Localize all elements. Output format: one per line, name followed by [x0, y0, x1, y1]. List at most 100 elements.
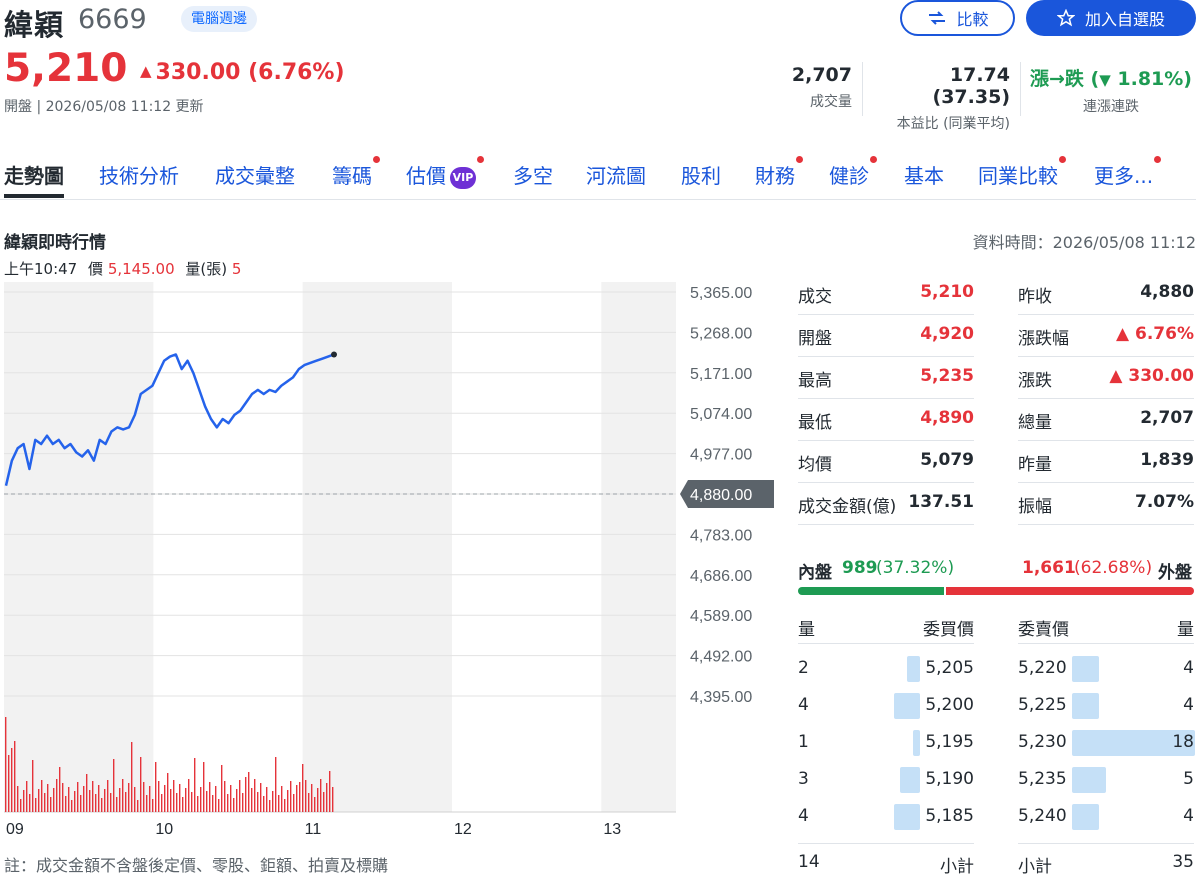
- inner-pct: (37.32%): [876, 558, 955, 578]
- intraday-chart[interactable]: 5,365.00 5,268.00 5,171.00 5,074.00 4,977.00…: [0, 280, 780, 840]
- tab-label: 估價: [406, 164, 446, 188]
- volume-bar: [257, 792, 259, 812]
- notification-dot: [373, 156, 380, 163]
- volume-bar: [299, 782, 301, 812]
- tab-label: 多空: [513, 164, 553, 188]
- volume-bar: [317, 788, 319, 812]
- volume-bar: [113, 759, 115, 812]
- volume-bar: [296, 785, 298, 812]
- tab-5[interactable]: 多空: [513, 160, 553, 189]
- volume-bar: [62, 783, 64, 812]
- tab-label: 財務: [755, 164, 795, 188]
- tab-label: 技術分析: [99, 164, 179, 188]
- tab-label: 走勢圖: [4, 164, 64, 188]
- ask-price: 5,230: [1018, 732, 1067, 752]
- tab-9[interactable]: 健診: [829, 156, 877, 189]
- volume-bar: [188, 779, 190, 812]
- last-point-marker: [331, 351, 337, 358]
- x-tick-label: 09: [6, 821, 24, 838]
- x-tick-label: 11: [305, 821, 322, 838]
- x-tick-label: 13: [603, 821, 621, 838]
- y-tick-label: 4,783.00: [690, 527, 752, 544]
- quote-label: 漲跌: [1018, 371, 1052, 391]
- volume-bar: [305, 780, 307, 812]
- tab-12[interactable]: 更多...: [1094, 156, 1162, 189]
- volume-bar: [143, 782, 145, 812]
- volume-bar: [200, 787, 202, 812]
- ask-price: 5,225: [1018, 695, 1067, 715]
- price-change: ▲ 330.00 (6.76%): [140, 60, 345, 85]
- volume-bar: [233, 798, 235, 812]
- volume-bar: [59, 767, 61, 812]
- compare-button[interactable]: 比較: [900, 0, 1015, 36]
- volume-bar: [332, 787, 334, 812]
- volume-bar: [176, 793, 178, 812]
- outer-label: 外盤: [1158, 563, 1192, 583]
- tab-2[interactable]: 成交彙整: [215, 160, 295, 189]
- x-tick-label: 10: [155, 821, 173, 838]
- volume-bar: [56, 779, 58, 812]
- tab-4[interactable]: 估價 VIP: [406, 156, 484, 189]
- market-status: 開盤 | 2026/05/08 11:12 更新: [4, 99, 204, 115]
- volume-bar: [35, 798, 37, 812]
- tab-3[interactable]: 籌碼: [332, 156, 380, 189]
- divider: [862, 62, 863, 116]
- volume-bar: [134, 787, 136, 812]
- tab-10[interactable]: 基本: [904, 160, 944, 189]
- volume-bar: [197, 796, 199, 812]
- volume-bar: [152, 799, 154, 812]
- volume-bar: [14, 741, 16, 812]
- volume-bar: [5, 717, 7, 812]
- row-divider: [1018, 398, 1194, 399]
- tab-0[interactable]: 走勢圖: [4, 160, 64, 198]
- tab-6[interactable]: 河流圖: [586, 160, 646, 189]
- category-badge[interactable]: 電腦週邊: [181, 6, 257, 32]
- row-divider: [1018, 843, 1194, 844]
- volume-bar: [110, 793, 112, 812]
- quote-value: 5,235: [920, 366, 974, 386]
- bid-total: 14: [798, 852, 820, 872]
- bid-price: 5,190: [925, 769, 974, 789]
- volume-bar: [140, 757, 142, 812]
- quote-label: 昨量: [1018, 455, 1052, 475]
- footnote: 註：成交金額不含盤後定價、零股、鉅額、拍賣及標購: [4, 856, 389, 875]
- tab-7[interactable]: 股利: [681, 160, 721, 189]
- volume-bar: [89, 790, 91, 812]
- volume-bar: [251, 788, 253, 812]
- add-watchlist-button[interactable]: 加入自選股: [1026, 0, 1196, 36]
- tab-bar: 走勢圖 技術分析 成交彙整 籌碼 估價 VIP 多空 河流圖 股利 財務 健診 基本 同業比較 更多...: [0, 150, 1196, 200]
- tab-11[interactable]: 同業比較: [978, 156, 1066, 189]
- volume-bar: [173, 780, 175, 812]
- down-arrow-icon: ▼: [1099, 71, 1111, 89]
- quote-value: 4,920: [920, 324, 974, 344]
- ask-qty: 4: [1183, 658, 1194, 678]
- volume-bar: [149, 786, 151, 812]
- volume-bar: [218, 799, 220, 812]
- volume-bar: [23, 790, 25, 812]
- y-tick-label: 4,686.00: [690, 568, 752, 585]
- quote-value: 2,707: [1140, 408, 1194, 428]
- tab-1[interactable]: 技術分析: [99, 160, 179, 189]
- y-tick-label: 5,171.00: [690, 366, 752, 383]
- volume-bar: [98, 785, 100, 812]
- tab-label: 基本: [904, 164, 944, 188]
- y-tick-label: 4,395.00: [690, 689, 752, 706]
- tab-8[interactable]: 財務: [755, 156, 803, 189]
- quote-value: 137.51: [908, 492, 974, 512]
- tab-label: 健診: [829, 164, 869, 188]
- compare-arrows-icon: [929, 11, 946, 25]
- quote-label: 開盤: [798, 329, 832, 349]
- volume-bar: [83, 786, 85, 812]
- volume-bar: [209, 782, 211, 812]
- quote-label: 昨收: [1018, 287, 1052, 307]
- volume-bar: [170, 789, 172, 812]
- hover-volume-label: 量(張): [185, 260, 228, 278]
- quote-label: 振幅: [1018, 497, 1052, 517]
- volume-bar: [104, 789, 106, 812]
- bid-qty: 4: [798, 806, 809, 826]
- volume-bar: [194, 758, 196, 812]
- ask-qty: 18: [1172, 732, 1194, 752]
- chart-bg-band: [601, 282, 676, 812]
- volume-bar: [146, 795, 148, 812]
- volume-bar: [224, 781, 226, 812]
